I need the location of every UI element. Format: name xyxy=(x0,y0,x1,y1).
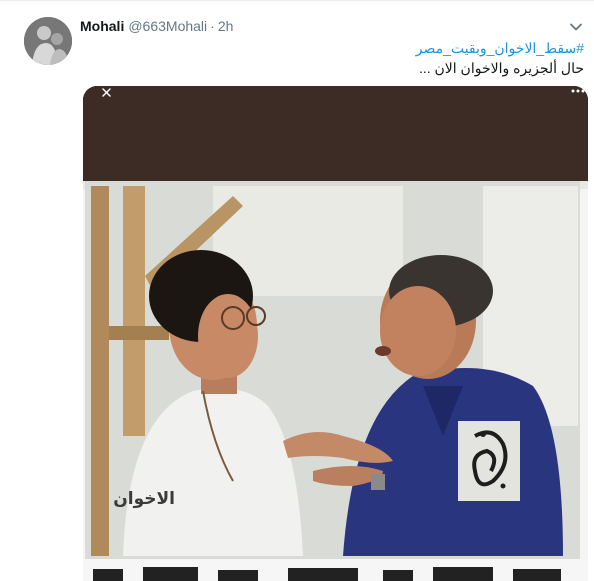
tweet-card[interactable]: Mohali @663Mohali · 2h #سقط_الاخوان_وبقي… xyxy=(0,0,594,581)
meme-image: الاخوان xyxy=(83,86,588,581)
tweet-text: #سقط_الاخوان_وبقيت_مصر حال ألجزيره والاخ… xyxy=(84,38,584,78)
user-handle[interactable]: @663Mohali xyxy=(128,18,207,34)
tweet-media[interactable]: الاخوان xyxy=(83,86,588,581)
tweet-header: Mohali @663Mohali · 2h xyxy=(80,17,233,35)
shirt-caption: الاخوان xyxy=(113,489,175,509)
more-icon[interactable] xyxy=(570,86,586,100)
top-divider xyxy=(0,0,594,1)
display-name[interactable]: Mohali xyxy=(80,18,124,34)
chevron-down-icon[interactable] xyxy=(568,19,584,35)
timestamp[interactable]: 2h xyxy=(218,18,234,34)
tweet-body: حال ألجزيره والاخوان الان ... xyxy=(418,60,584,76)
close-icon[interactable] xyxy=(99,86,115,100)
hashtag-link[interactable]: #سقط_الاخوان_وبقيت_مصر xyxy=(84,38,584,58)
avatar-image xyxy=(24,17,72,65)
avatar[interactable] xyxy=(24,17,72,65)
separator-dot: · xyxy=(210,18,215,34)
